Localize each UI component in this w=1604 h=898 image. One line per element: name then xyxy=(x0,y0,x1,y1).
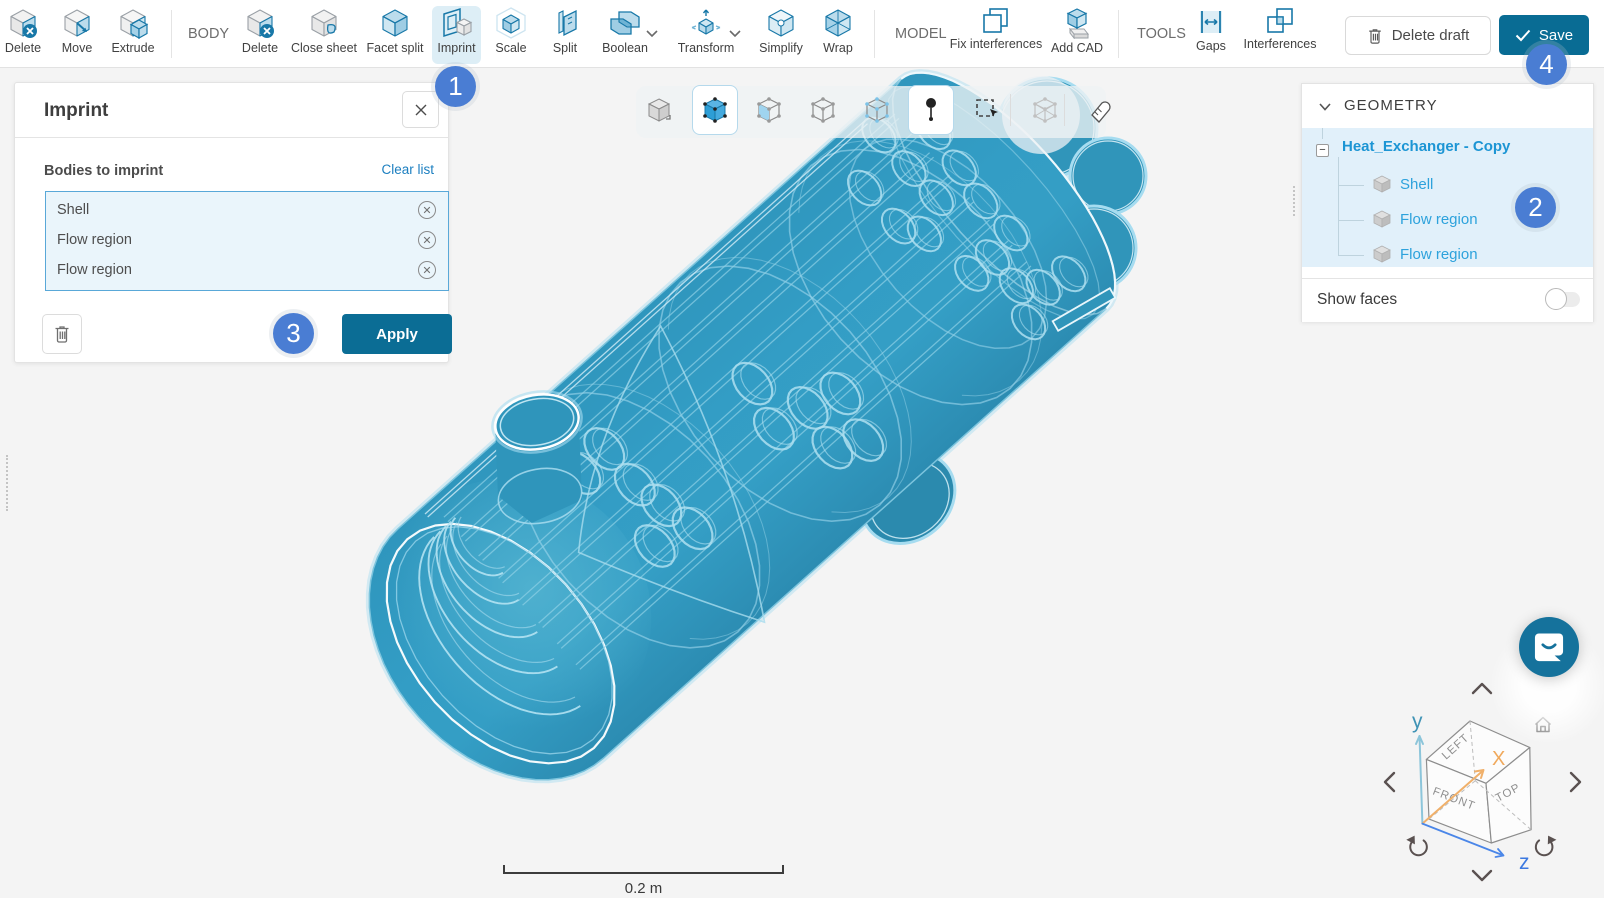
svg-text:y: y xyxy=(1412,710,1423,733)
svg-text:X: X xyxy=(1492,748,1505,770)
svg-text:z: z xyxy=(1519,851,1530,874)
